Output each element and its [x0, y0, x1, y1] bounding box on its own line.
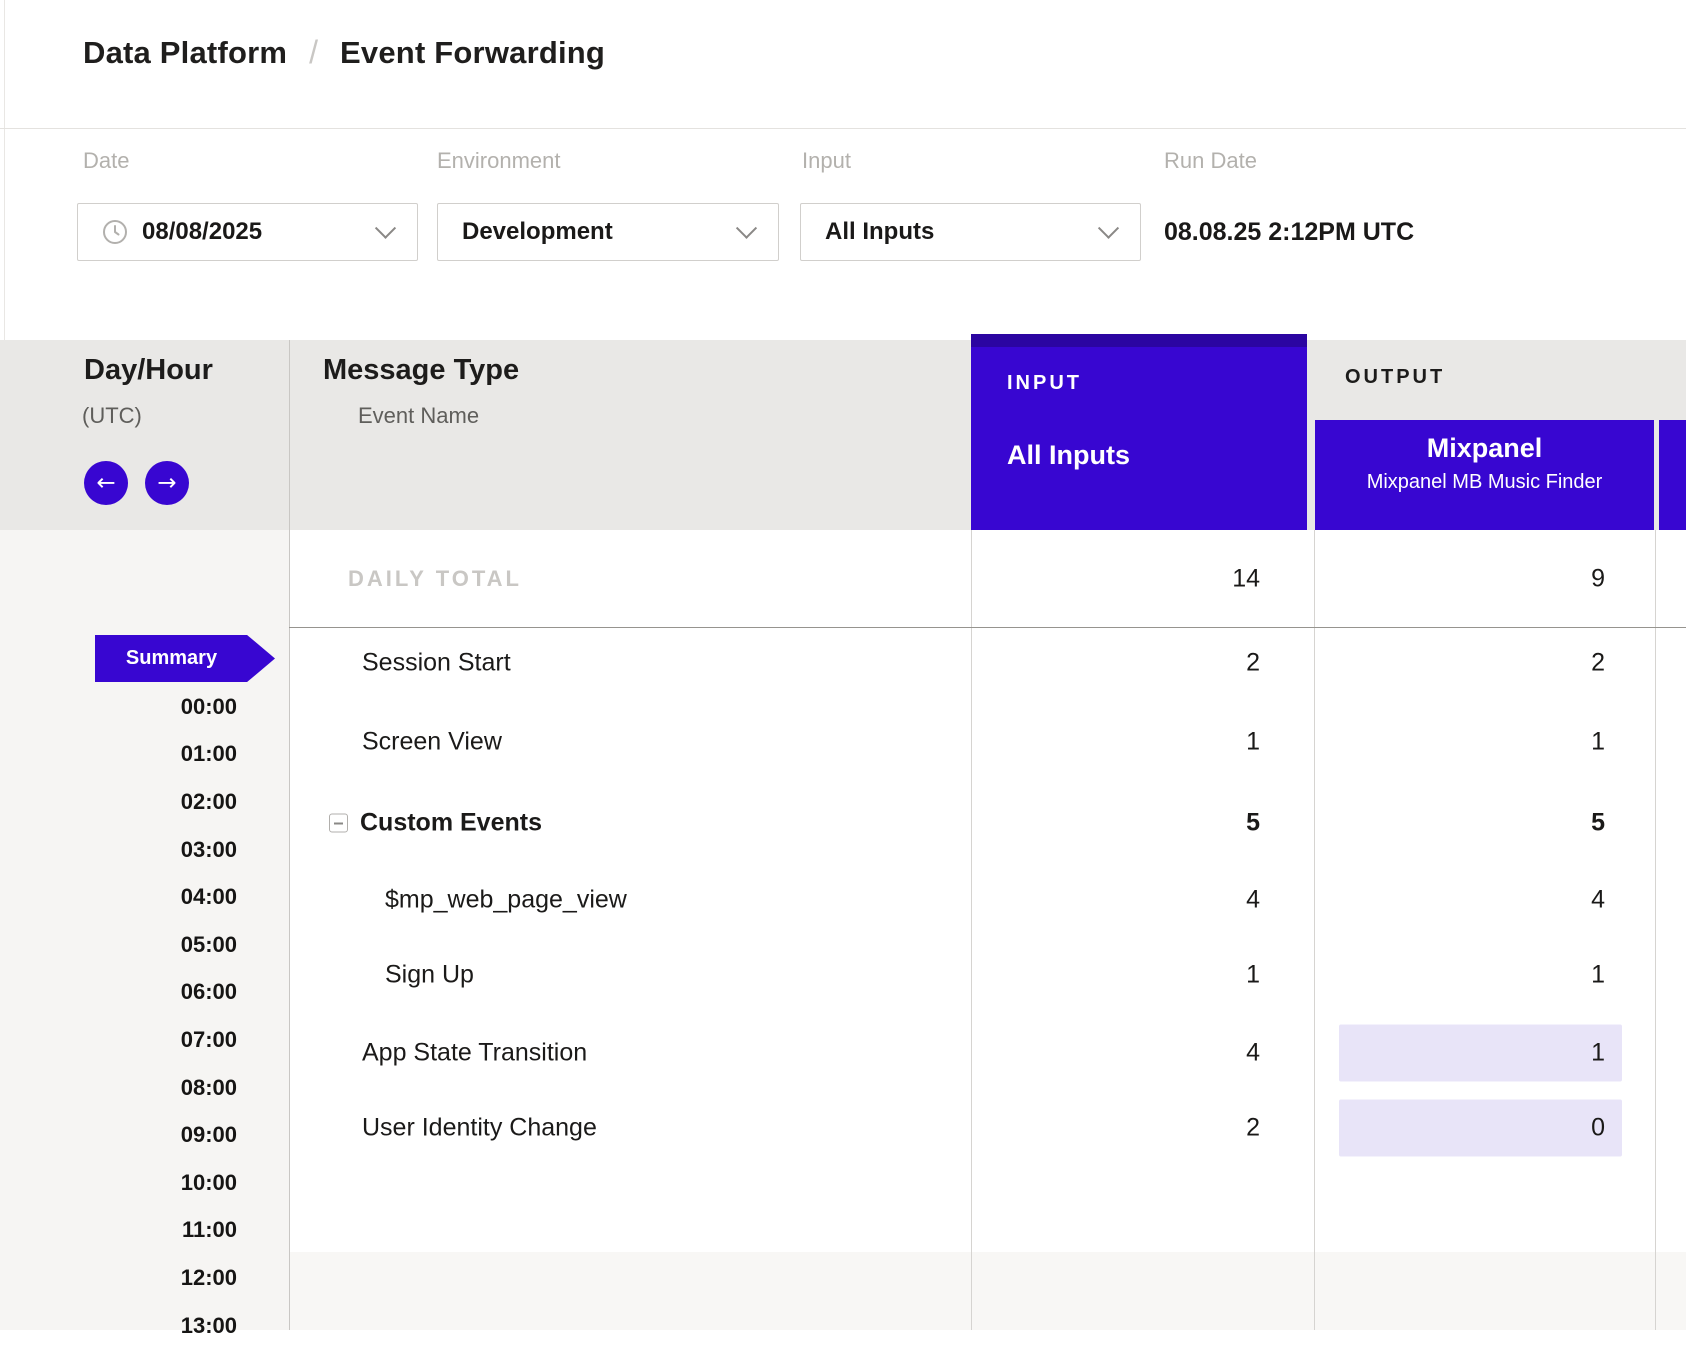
hour-item[interactable]: 02:00	[0, 778, 237, 826]
output-count-highlighted: 1	[1339, 1025, 1622, 1082]
event-label: App State Transition	[362, 1039, 587, 1068]
output-column-eyebrow: OUTPUT	[1345, 366, 1445, 389]
environment-select[interactable]: Development	[437, 203, 779, 261]
input-column-title: All Inputs	[1007, 440, 1130, 471]
input-count: 4	[971, 886, 1260, 915]
hour-item[interactable]: 07:00	[0, 1016, 237, 1064]
run-date-label: Run Date	[1164, 148, 1257, 174]
date-select[interactable]: 08/08/2025	[77, 203, 418, 261]
table-row: User Identity Change 2 0	[289, 1090, 1686, 1166]
hour-item[interactable]: 08:00	[0, 1064, 237, 1112]
hour-item[interactable]: 09:00	[0, 1111, 237, 1159]
page-title: Event Forwarding	[340, 35, 605, 71]
table-row: Screen View 1 1	[289, 704, 1686, 780]
previous-day-button[interactable]: ←	[84, 461, 128, 505]
summary-flag-label: Summary	[126, 647, 217, 670]
input-count: 1	[971, 961, 1260, 990]
table-row: Sign Up 1 1	[289, 937, 1686, 1013]
day-hour-column-subtitle: (UTC)	[82, 403, 142, 429]
input-column-eyebrow: INPUT	[1007, 372, 1082, 395]
event-label: User Identity Change	[362, 1114, 597, 1143]
hour-item[interactable]: 12:00	[0, 1254, 237, 1302]
run-date-value: 08.08.25 2:12PM UTC	[1164, 218, 1414, 247]
input-column-header: INPUT All Inputs	[971, 334, 1307, 530]
hour-item[interactable]: 06:00	[0, 969, 237, 1017]
input-select[interactable]: All Inputs	[800, 203, 1141, 261]
output-column-header-partial	[1659, 420, 1686, 530]
date-filter-label: Date	[83, 148, 129, 174]
table-row: App State Transition 4 1	[289, 1015, 1686, 1091]
output-count: 1	[1315, 961, 1605, 990]
input-count: 2	[971, 649, 1260, 678]
output-count: 5	[1315, 809, 1605, 838]
right-arrow-icon: →	[157, 472, 176, 495]
environment-filter-label: Environment	[437, 148, 561, 174]
summary-flag[interactable]: Summary	[95, 635, 275, 682]
hour-item[interactable]: 05:00	[0, 921, 237, 969]
grid-body-empty-area	[289, 1252, 1686, 1330]
hour-item[interactable]: 03:00	[0, 826, 237, 874]
hour-item[interactable]: 00:00	[0, 683, 237, 731]
output-column-title: Mixpanel	[1315, 433, 1654, 464]
day-hour-column-title: Day/Hour	[84, 354, 213, 387]
event-label: $mp_web_page_view	[385, 886, 627, 915]
environment-select-value: Development	[462, 218, 613, 246]
daily-total-row: DAILY TOTAL 14 9	[289, 530, 1686, 627]
date-select-value: 08/08/2025	[142, 218, 262, 246]
header-divider	[0, 128, 1686, 129]
event-label: Sign Up	[385, 961, 474, 990]
input-count: 2	[971, 1114, 1260, 1143]
table-row: Session Start 2 2	[289, 625, 1686, 701]
hour-item[interactable]: 01:00	[0, 731, 237, 779]
daily-total-input-value: 14	[971, 564, 1260, 593]
input-filter-label: Input	[802, 148, 851, 174]
table-row: Custom Events 5 5	[289, 785, 1686, 861]
message-type-column-subtitle: Event Name	[358, 403, 479, 429]
output-count: 4	[1315, 886, 1605, 915]
hour-item[interactable]: 10:00	[0, 1159, 237, 1207]
collapse-icon[interactable]	[329, 814, 348, 833]
input-column-header-accent	[971, 334, 1307, 347]
output-count-highlighted: 0	[1339, 1100, 1622, 1157]
chevron-down-icon	[375, 217, 396, 238]
next-day-button[interactable]: →	[145, 461, 189, 505]
hour-item[interactable]: 13:00	[0, 1302, 237, 1349]
table-row: $mp_web_page_view 4 4	[289, 862, 1686, 938]
input-count: 5	[971, 809, 1260, 838]
daily-total-output-value: 9	[1315, 564, 1605, 593]
event-label: Custom Events	[360, 809, 542, 838]
clock-icon	[102, 219, 128, 245]
chevron-down-icon	[1098, 217, 1119, 238]
daily-total-label: DAILY TOTAL	[348, 566, 522, 592]
input-select-value: All Inputs	[825, 218, 934, 246]
event-label: Session Start	[362, 649, 511, 678]
input-count: 1	[971, 728, 1260, 757]
chevron-down-icon	[736, 217, 757, 238]
output-count: 1	[1315, 728, 1605, 757]
event-label: Screen View	[362, 728, 502, 757]
breadcrumb-section[interactable]: Data Platform	[83, 35, 287, 71]
output-column-header: Mixpanel Mixpanel MB Music Finder	[1315, 420, 1654, 530]
message-type-column-title: Message Type	[323, 354, 519, 387]
hour-list: 00:00 01:00 02:00 03:00 04:00 05:00 06:0…	[0, 683, 237, 1349]
breadcrumb-separator: /	[309, 34, 318, 71]
hour-item[interactable]: 11:00	[0, 1207, 237, 1255]
output-column-subtitle: Mixpanel MB Music Finder	[1315, 471, 1654, 494]
left-arrow-icon: ←	[96, 472, 115, 495]
breadcrumb: Data Platform / Event Forwarding	[83, 34, 605, 71]
output-count: 2	[1315, 649, 1605, 678]
input-count: 4	[971, 1039, 1260, 1068]
hour-item[interactable]: 04:00	[0, 873, 237, 921]
